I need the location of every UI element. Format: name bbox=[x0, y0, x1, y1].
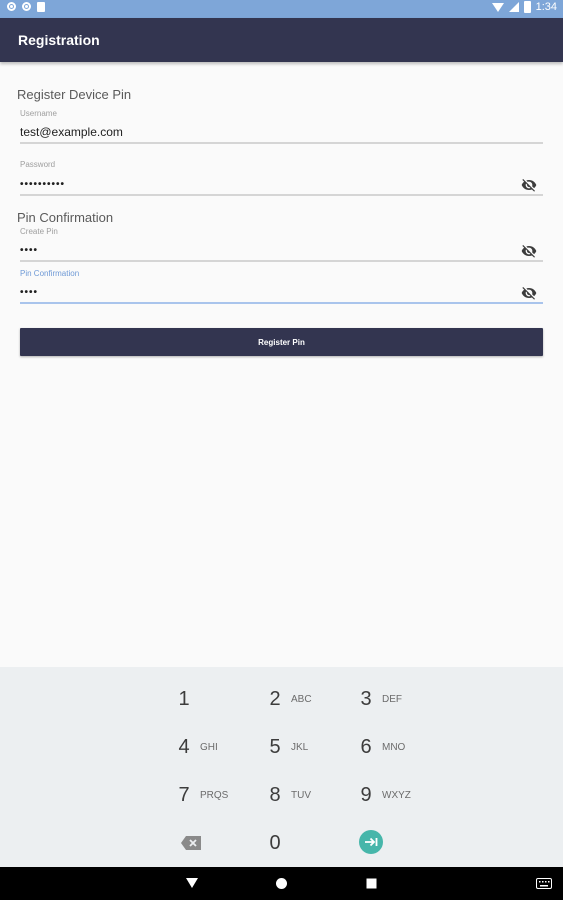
key-letters: PRQS bbox=[200, 789, 229, 801]
key-4[interactable]: 4 GHI bbox=[175, 727, 255, 767]
key-letters: ABC bbox=[291, 693, 312, 705]
key-digit: 5 bbox=[269, 735, 281, 758]
home-icon[interactable] bbox=[275, 877, 288, 890]
key-5[interactable]: 5 JKL bbox=[266, 727, 346, 767]
key-letters: WXYZ bbox=[382, 789, 411, 801]
next-key[interactable] bbox=[359, 830, 383, 854]
username-field[interactable] bbox=[20, 122, 543, 144]
key-digit: 0 bbox=[269, 831, 281, 854]
backspace-icon[interactable] bbox=[180, 835, 202, 851]
keyboard-switch-icon[interactable] bbox=[536, 878, 552, 889]
recents-icon[interactable] bbox=[366, 878, 377, 889]
key-letters: TUV bbox=[291, 789, 311, 801]
key-digit: 6 bbox=[360, 735, 372, 758]
key-6[interactable]: 6 MNO bbox=[357, 727, 437, 767]
key-digit: 3 bbox=[360, 687, 372, 710]
visibility-off-icon[interactable] bbox=[519, 177, 539, 193]
key-letters: GHI bbox=[200, 741, 218, 753]
key-9[interactable]: 9 WXYZ bbox=[357, 775, 437, 815]
key-7[interactable]: 7 PRQS bbox=[175, 775, 255, 815]
password-field[interactable] bbox=[20, 174, 543, 196]
pin-confirmation-label: Pin Confirmation bbox=[20, 269, 80, 278]
status-time: 1:34 bbox=[535, 1, 557, 13]
sd-card-icon bbox=[37, 2, 45, 12]
key-2[interactable]: 2 ABC bbox=[266, 679, 346, 719]
visibility-off-icon[interactable] bbox=[519, 243, 539, 259]
next-arrow-icon bbox=[365, 837, 378, 847]
visibility-off-icon[interactable] bbox=[519, 285, 539, 301]
notification-icon bbox=[7, 2, 16, 11]
create-pin-label: Create Pin bbox=[20, 227, 58, 236]
key-letters: DEF bbox=[382, 693, 402, 705]
section-title-pin: Pin Confirmation bbox=[17, 210, 114, 225]
page-title: Registration bbox=[18, 32, 100, 48]
back-icon[interactable] bbox=[185, 877, 199, 889]
key-digit: 4 bbox=[178, 735, 190, 758]
create-pin-field[interactable] bbox=[20, 240, 543, 262]
status-bar: 1:34 bbox=[0, 0, 563, 18]
password-label: Password bbox=[20, 160, 56, 169]
key-digit: 1 bbox=[178, 687, 190, 710]
app-bar: Registration bbox=[0, 18, 563, 62]
key-digit: 2 bbox=[269, 687, 281, 710]
key-8[interactable]: 8 TUV bbox=[266, 775, 346, 815]
key-digit: 8 bbox=[269, 783, 281, 806]
pin-confirmation-field[interactable] bbox=[20, 282, 543, 304]
key-letters: JKL bbox=[291, 741, 309, 753]
battery-icon bbox=[523, 1, 531, 13]
notification-icon bbox=[22, 2, 31, 11]
key-digit: 9 bbox=[360, 783, 372, 806]
navigation-bar bbox=[0, 867, 563, 900]
username-label: Username bbox=[20, 109, 57, 118]
key-3[interactable]: 3 DEF bbox=[357, 679, 437, 719]
register-pin-button[interactable]: Register Pin bbox=[20, 328, 543, 356]
section-title-register: Register Device Pin bbox=[17, 87, 132, 102]
key-1[interactable]: 1 bbox=[175, 679, 255, 719]
wifi-icon bbox=[491, 2, 504, 12]
signal-icon bbox=[508, 2, 519, 12]
key-letters: MNO bbox=[382, 741, 406, 753]
key-digit: 7 bbox=[178, 783, 190, 806]
key-0[interactable]: 0 bbox=[266, 823, 346, 863]
